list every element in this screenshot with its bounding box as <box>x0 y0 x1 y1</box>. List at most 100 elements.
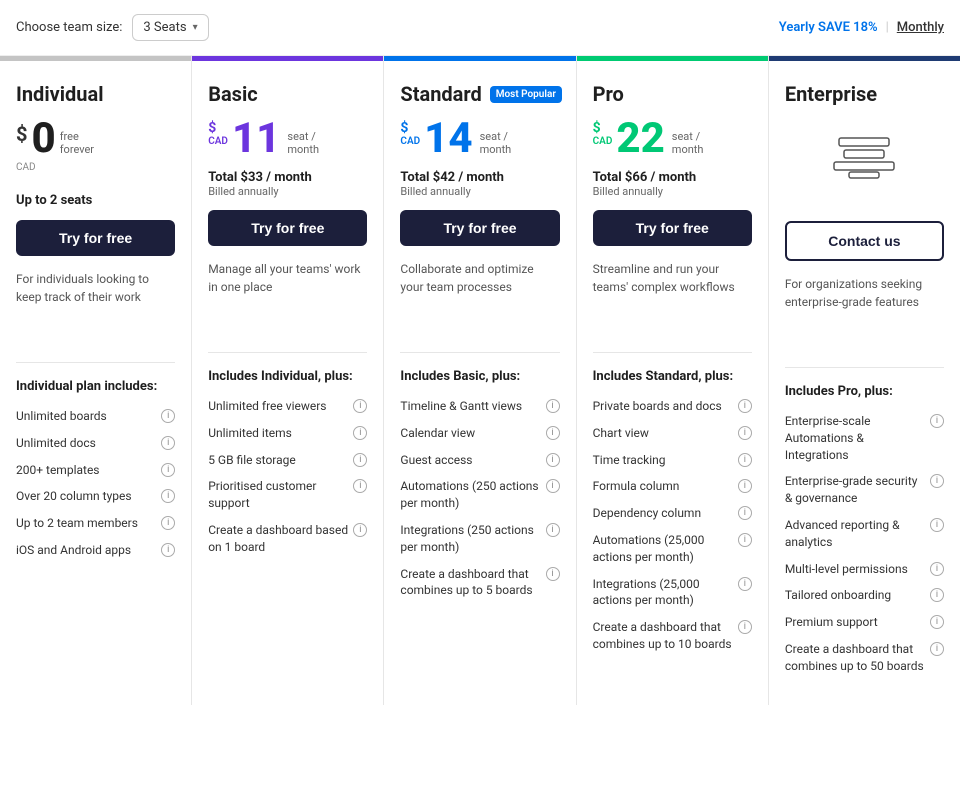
top-bar: Choose team size: 3 Seats ▾ Yearly SAVE … <box>0 0 960 56</box>
feature-text: Unlimited boards <box>16 408 157 425</box>
feature-text: Chart view <box>593 425 734 442</box>
feature-text: Calendar view <box>400 425 541 442</box>
total-price: Total $66 / month <box>593 170 752 185</box>
feature-text: Create a dashboard that combines up to 5… <box>785 641 926 675</box>
forever-label: forever <box>60 143 94 156</box>
info-icon[interactable]: i <box>546 523 560 537</box>
feature-text: Unlimited docs <box>16 435 157 452</box>
cta-button[interactable]: Try for free <box>400 210 559 246</box>
currency-symbol: $ <box>400 120 420 136</box>
info-icon[interactable]: i <box>353 523 367 537</box>
info-icon[interactable]: i <box>930 642 944 656</box>
team-size-selector[interactable]: Choose team size: 3 Seats ▾ <box>16 14 209 41</box>
info-icon[interactable]: i <box>738 620 752 634</box>
feature-item: Create a dashboard that combines up to 5… <box>785 641 944 675</box>
feature-text: Automations (25,000 actions per month) <box>593 532 734 566</box>
yearly-link[interactable]: Yearly SAVE 18% <box>779 20 878 35</box>
plan-name: StandardMost Popular <box>400 82 559 106</box>
info-icon[interactable]: i <box>930 615 944 629</box>
info-icon[interactable]: i <box>738 453 752 467</box>
feature-text: Enterprise-scale Automations & Integrati… <box>785 413 926 463</box>
plan-description: Collaborate and optimize your team proce… <box>400 260 559 320</box>
info-icon[interactable]: i <box>738 399 752 413</box>
section-divider <box>593 352 752 353</box>
info-icon[interactable]: i <box>161 463 175 477</box>
includes-title: Includes Pro, plus: <box>785 384 944 399</box>
per-unit: seat / <box>672 130 704 143</box>
feature-text: Timeline & Gantt views <box>400 398 541 415</box>
info-icon[interactable]: i <box>161 516 175 530</box>
feature-text: Up to 2 team members <box>16 515 157 532</box>
toggle-divider: | <box>886 20 889 35</box>
feature-item: Dependency column i <box>593 505 752 522</box>
feature-text: Formula column <box>593 478 734 495</box>
cta-button[interactable]: Try for free <box>593 210 752 246</box>
info-icon[interactable]: i <box>930 474 944 488</box>
info-icon[interactable]: i <box>546 426 560 440</box>
feature-item: Calendar view i <box>400 425 559 442</box>
feature-list: Unlimited boards i Unlimited docs i 200+… <box>16 408 175 569</box>
price-row: $ CAD 11 seat /month <box>208 118 367 160</box>
info-icon[interactable]: i <box>353 479 367 493</box>
info-icon[interactable]: i <box>930 414 944 428</box>
info-icon[interactable]: i <box>738 426 752 440</box>
info-icon[interactable]: i <box>353 426 367 440</box>
plans-container: Individual $ 0 free forever CAD Up to 2 … <box>0 56 960 705</box>
currency-symbol: $ <box>208 120 228 136</box>
feature-item: Advanced reporting & analytics i <box>785 517 944 551</box>
feature-text: 200+ templates <box>16 462 157 479</box>
team-size-label: Choose team size: <box>16 20 122 35</box>
feature-text: 5 GB file storage <box>208 452 349 469</box>
cta-button[interactable]: Contact us <box>785 221 944 261</box>
feature-text: Over 20 column types <box>16 488 157 505</box>
cta-button[interactable]: Try for free <box>16 220 175 256</box>
feature-item: Integrations (250 actions per month) i <box>400 522 559 556</box>
seat-select-dropdown[interactable]: 3 Seats ▾ <box>132 14 208 41</box>
section-divider <box>208 352 367 353</box>
currency-code: CAD <box>400 136 420 147</box>
feature-item: Formula column i <box>593 478 752 495</box>
most-popular-badge: Most Popular <box>490 86 562 103</box>
info-icon[interactable]: i <box>930 518 944 532</box>
info-icon[interactable]: i <box>546 479 560 493</box>
info-icon[interactable]: i <box>738 577 752 591</box>
feature-item: Unlimited items i <box>208 425 367 442</box>
info-icon[interactable]: i <box>161 436 175 450</box>
info-icon[interactable]: i <box>738 533 752 547</box>
info-icon[interactable]: i <box>161 489 175 503</box>
currency-code: CAD <box>208 136 228 147</box>
feature-item: Create a dashboard based on 1 board i <box>208 522 367 556</box>
feature-text: Tailored onboarding <box>785 587 926 604</box>
info-icon[interactable]: i <box>353 399 367 413</box>
info-icon[interactable]: i <box>738 479 752 493</box>
plan-card-enterprise: Enterprise Contact us For organizations … <box>769 56 960 705</box>
info-icon[interactable]: i <box>930 562 944 576</box>
feature-item: Private boards and docs i <box>593 398 752 415</box>
info-icon[interactable]: i <box>546 453 560 467</box>
info-icon[interactable]: i <box>546 399 560 413</box>
info-icon[interactable]: i <box>161 543 175 557</box>
feature-text: Prioritised customer support <box>208 478 349 512</box>
feature-text: iOS and Android apps <box>16 542 157 559</box>
feature-item: Chart view i <box>593 425 752 442</box>
info-icon[interactable]: i <box>930 588 944 602</box>
free-label: free <box>60 130 94 143</box>
cta-button[interactable]: Try for free <box>208 210 367 246</box>
currency-symbol: $ <box>593 120 613 136</box>
info-icon[interactable]: i <box>738 506 752 520</box>
seats-note: Up to 2 seats <box>16 193 175 208</box>
info-icon[interactable]: i <box>161 409 175 423</box>
info-icon[interactable]: i <box>353 453 367 467</box>
monthly-link[interactable]: Monthly <box>897 20 944 35</box>
billed-note: Billed annually <box>208 185 367 198</box>
plan-description: Streamline and run your teams' complex w… <box>593 260 752 320</box>
feature-text: Create a dashboard that combines up to 5… <box>400 566 541 600</box>
enterprise-icon <box>785 128 944 187</box>
price-row: $ 0 free forever <box>16 118 175 160</box>
feature-item: Automations (250 actions per month) i <box>400 478 559 512</box>
includes-title: Includes Basic, plus: <box>400 369 559 384</box>
feature-list: Enterprise-scale Automations & Integrati… <box>785 413 944 685</box>
info-icon[interactable]: i <box>546 567 560 581</box>
per-unit: month <box>480 143 512 156</box>
feature-text: Time tracking <box>593 452 734 469</box>
